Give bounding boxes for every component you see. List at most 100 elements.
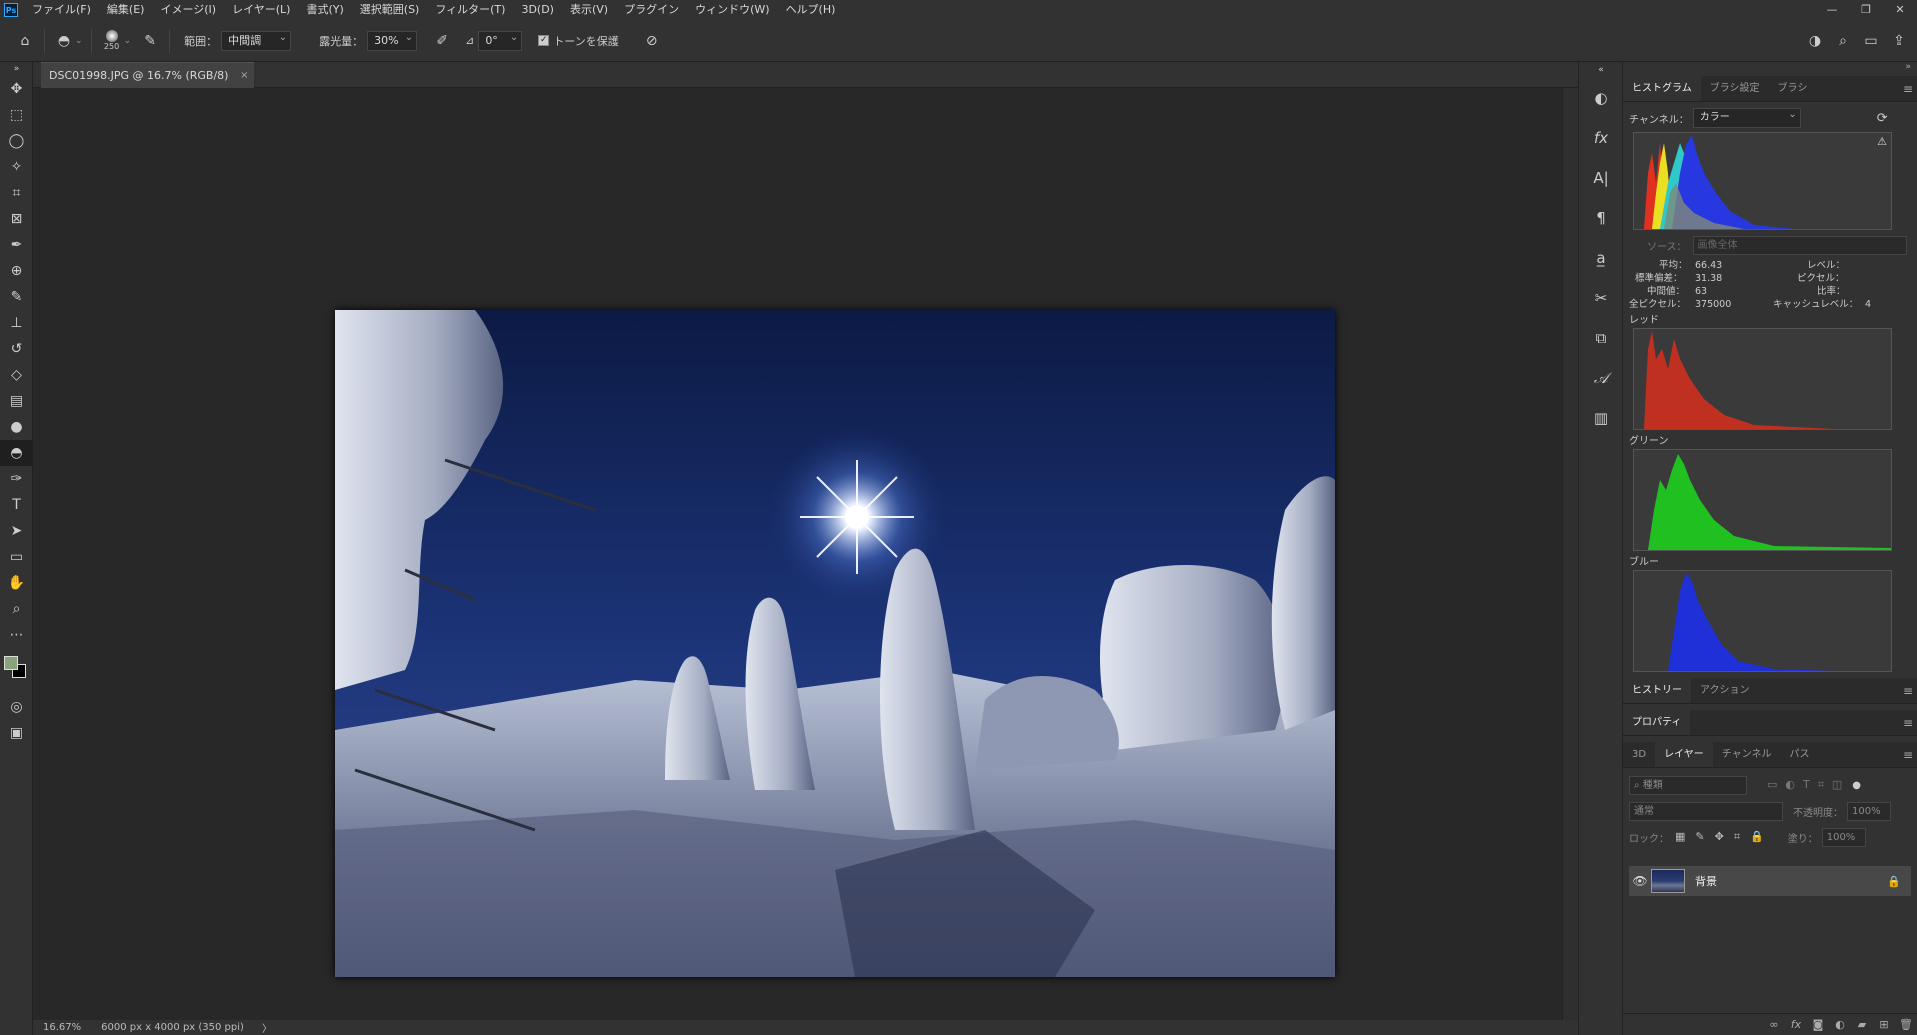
burn-tool-preset-icon[interactable]: ◓: [53, 30, 75, 52]
paragraph-styles-icon[interactable]: a̲: [1579, 238, 1623, 278]
close-window-button[interactable]: ✕: [1883, 0, 1917, 20]
new-adjustment-layer-icon[interactable]: ◐: [1829, 1018, 1851, 1031]
history-brush-tool-icon[interactable]: ↺: [0, 336, 33, 362]
visibility-eye-icon[interactable]: 👁: [1629, 874, 1651, 888]
menu-filter[interactable]: フィルター(T): [427, 0, 513, 20]
blur-tool-icon[interactable]: ●: [0, 414, 33, 440]
foreground-color-swatch[interactable]: [4, 656, 18, 670]
brush-tool-icon[interactable]: ✎: [0, 284, 33, 310]
blend-mode-select[interactable]: 通常: [1629, 801, 1783, 821]
path-selection-tool-icon[interactable]: ➤: [0, 518, 33, 544]
range-select[interactable]: 中間調: [221, 29, 292, 51]
frame-tool-icon[interactable]: ⊠: [0, 206, 33, 232]
add-layer-style-icon[interactable]: fx: [1785, 1018, 1807, 1031]
layer-row-background[interactable]: 👁 背景 🔒: [1629, 866, 1911, 896]
share-user-icon[interactable]: ◑: [1801, 33, 1829, 49]
layer-filter-icons[interactable]: ▭◐T⌗◫: [1767, 778, 1850, 792]
layer-kind-filter[interactable]: ⌕ 種類: [1629, 775, 1747, 795]
burn-tool-icon[interactable]: ◓: [0, 440, 33, 466]
menu-view[interactable]: 表示(V): [562, 0, 616, 20]
home-icon[interactable]: ⌂: [14, 30, 36, 52]
eyedropper-tool-icon[interactable]: ✒: [0, 232, 33, 258]
angle-input[interactable]: 0°: [478, 29, 523, 51]
lock-icons[interactable]: ▦✎✥⌗🔒: [1675, 830, 1774, 844]
pressure-size-icon[interactable]: ⊘: [641, 30, 663, 52]
panel-menu-icon[interactable]: ≡: [1903, 710, 1913, 736]
magic-wand-tool-icon[interactable]: ✧: [0, 154, 33, 180]
clone-source-icon[interactable]: ⧉: [1579, 318, 1623, 358]
tab-channels[interactable]: チャンネル: [1713, 742, 1781, 767]
marquee-tool-icon[interactable]: ⬚: [0, 102, 33, 128]
zoom-tool-icon[interactable]: ⌕: [0, 596, 33, 622]
eraser-tool-icon[interactable]: ◇: [0, 362, 33, 388]
protect-tones-option[interactable]: ✓ トーンを保護: [538, 33, 619, 49]
menu-edit[interactable]: 編集(E): [99, 0, 153, 20]
delete-layer-icon[interactable]: 🗑: [1895, 1018, 1917, 1031]
healing-tool-icon[interactable]: ⊕: [0, 258, 33, 284]
tab-properties[interactable]: プロパティ: [1623, 710, 1691, 735]
warning-icon[interactable]: ⚠: [1877, 135, 1887, 148]
crop-tool-icon[interactable]: ⌗: [0, 180, 33, 206]
layer-name[interactable]: 背景: [1695, 873, 1717, 889]
hand-tool-icon[interactable]: ✋: [0, 570, 33, 596]
channel-select[interactable]: カラー: [1692, 106, 1801, 128]
menu-select[interactable]: 選択範囲(S): [352, 0, 428, 20]
share-icon[interactable]: ⇪: [1885, 33, 1913, 49]
stamp-tool-icon[interactable]: ⊥: [0, 310, 33, 336]
adjustments-icon[interactable]: ◐: [1579, 78, 1623, 118]
panel-menu-icon[interactable]: ≡: [1903, 76, 1913, 102]
quick-mask-icon[interactable]: ◎: [0, 694, 33, 720]
panel-menu-icon[interactable]: ≡: [1903, 742, 1913, 768]
character-styles-icon[interactable]: 𝒜: [1579, 358, 1623, 398]
opacity-input[interactable]: 100%: [1847, 801, 1891, 821]
filter-toggle-icon[interactable]: ●: [1852, 780, 1861, 791]
minimize-button[interactable]: —: [1815, 0, 1849, 20]
airbrush-icon[interactable]: ✐: [431, 30, 453, 52]
add-mask-icon[interactable]: ◙: [1807, 1018, 1829, 1031]
restore-button[interactable]: ❐: [1849, 0, 1883, 20]
tab-brush-settings[interactable]: ブラシ設定: [1701, 76, 1769, 101]
screen-mode-icon[interactable]: ▣: [0, 720, 33, 746]
menu-help[interactable]: ヘルプ(H): [778, 0, 844, 20]
zoom-level[interactable]: 16.67%: [43, 1022, 81, 1033]
document-tab[interactable]: DSC01998.JPG @ 16.7% (RGB/8) ×: [41, 62, 255, 89]
panel-menu-icon[interactable]: ≡: [1903, 678, 1913, 704]
expand-panels-icon[interactable]: »: [1623, 62, 1917, 76]
tab-history[interactable]: ヒストリー: [1623, 678, 1691, 703]
brush-preset-picker[interactable]: 250: [100, 26, 124, 56]
lock-icon[interactable]: 🔒: [1887, 875, 1901, 888]
character-icon[interactable]: A|: [1579, 158, 1623, 198]
move-tool-icon[interactable]: ✥: [0, 76, 33, 102]
tool-presets-icon[interactable]: ✂: [1579, 278, 1623, 318]
vertical-scrollbar[interactable]: [1562, 88, 1578, 1020]
tab-histogram[interactable]: ヒストグラム: [1623, 76, 1701, 101]
document-image[interactable]: [335, 310, 1335, 977]
tab-paths[interactable]: パス: [1780, 742, 1818, 767]
brush-settings-icon[interactable]: ✎: [139, 30, 161, 52]
fill-input[interactable]: 100%: [1821, 827, 1866, 847]
collapse-panels-icon[interactable]: «: [1579, 62, 1623, 78]
workspace-icon[interactable]: ▭: [1857, 33, 1885, 49]
close-icon[interactable]: ×: [240, 63, 248, 89]
tab-brushes[interactable]: ブラシ: [1769, 76, 1817, 101]
tab-actions[interactable]: アクション: [1691, 678, 1759, 703]
source-select[interactable]: 画像全体: [1692, 236, 1907, 255]
new-group-icon[interactable]: ▰: [1851, 1018, 1873, 1031]
tab-layers[interactable]: レイヤー: [1655, 742, 1713, 767]
chevron-down-icon[interactable]: ⌄: [75, 36, 83, 46]
gradient-tool-icon[interactable]: ▤: [0, 388, 33, 414]
lasso-tool-icon[interactable]: ◯: [0, 128, 33, 154]
menu-window[interactable]: ウィンドウ(W): [687, 0, 777, 20]
status-arrow[interactable]: 〉: [262, 1020, 272, 1035]
refresh-icon[interactable]: ⟳: [1877, 111, 1888, 126]
more-tools-icon[interactable]: ⋯: [0, 622, 33, 648]
type-tool-icon[interactable]: T: [0, 492, 33, 518]
rectangle-tool-icon[interactable]: ▭: [0, 544, 33, 570]
gradients-icon[interactable]: ▥: [1579, 398, 1623, 438]
styles-fx-icon[interactable]: fx: [1579, 118, 1623, 158]
new-layer-icon[interactable]: ⊞: [1873, 1018, 1895, 1031]
protect-tones-checkbox[interactable]: ✓: [538, 35, 550, 46]
menu-layer[interactable]: レイヤー(L): [224, 0, 298, 20]
menu-3d[interactable]: 3D(D): [513, 0, 562, 20]
pen-tool-icon[interactable]: ✑: [0, 466, 33, 492]
